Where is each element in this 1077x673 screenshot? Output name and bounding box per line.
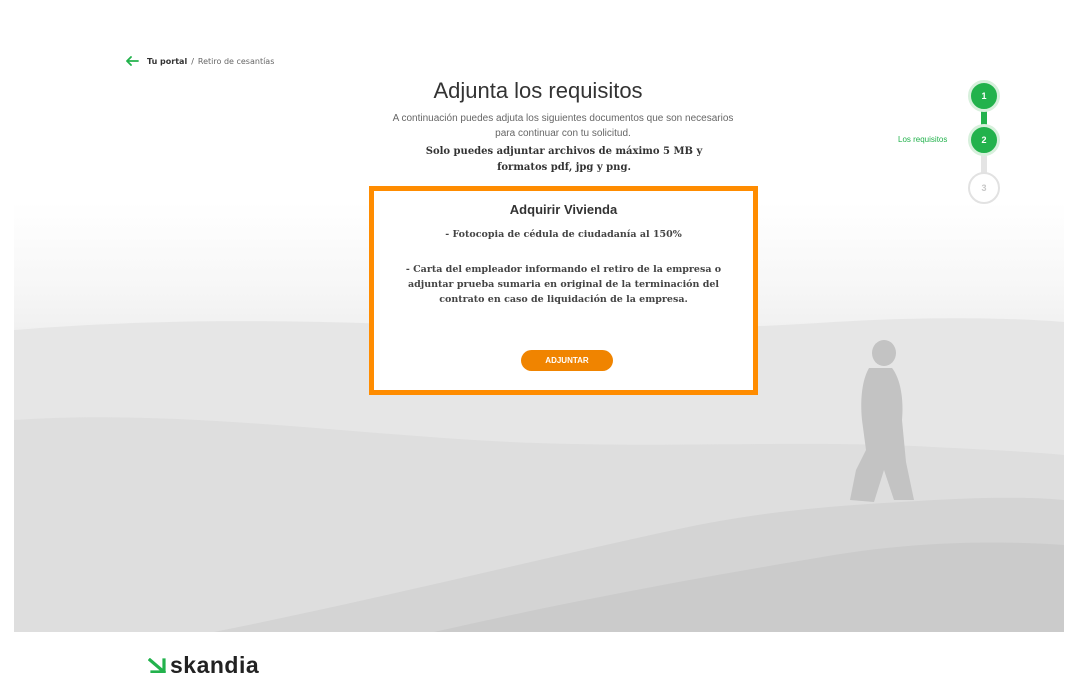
progress-stepper: 1 2 3 [966, 80, 1002, 204]
breadcrumb-home-link[interactable]: Tu portal [147, 57, 187, 66]
file-size-note: Solo puedes adjuntar archivos de máximo … [425, 146, 703, 173]
stepper-current-label: Los requisitos [898, 135, 948, 144]
attach-button[interactable]: ADJUNTAR [521, 350, 613, 371]
breadcrumb-current: Retiro de cesantías [197, 56, 275, 66]
arrow-left-icon[interactable] [126, 56, 139, 66]
skandia-logo-mark-icon [148, 657, 166, 673]
skandia-logo[interactable]: skandia [148, 652, 259, 673]
page-title: Adjunta los requisitos [433, 78, 643, 103]
breadcrumb: Tu portal / Retiro de cesantías [126, 56, 274, 66]
page: Tu portal / Retiro de cesantías Adjunta … [0, 0, 1077, 673]
page-intro: A continuación puedes adjuta los siguien… [392, 113, 734, 139]
requirements-card: Adquirir Vivienda - Fotocopia de cédula … [369, 186, 758, 395]
step-1: 1 [968, 80, 1000, 112]
step-2: 2 [968, 124, 1000, 156]
requirement-item: - Carta del empleador informando el reti… [405, 264, 722, 305]
requirement-item: - Fotocopia de cédula de ciudadanía al 1… [445, 229, 682, 240]
footer: skandia [0, 632, 1077, 673]
requirements-title: Adquirir Vivienda [509, 202, 618, 217]
breadcrumb-separator: / [191, 56, 194, 66]
step-3: 3 [968, 172, 1000, 204]
brand-name: skandia [170, 652, 260, 673]
